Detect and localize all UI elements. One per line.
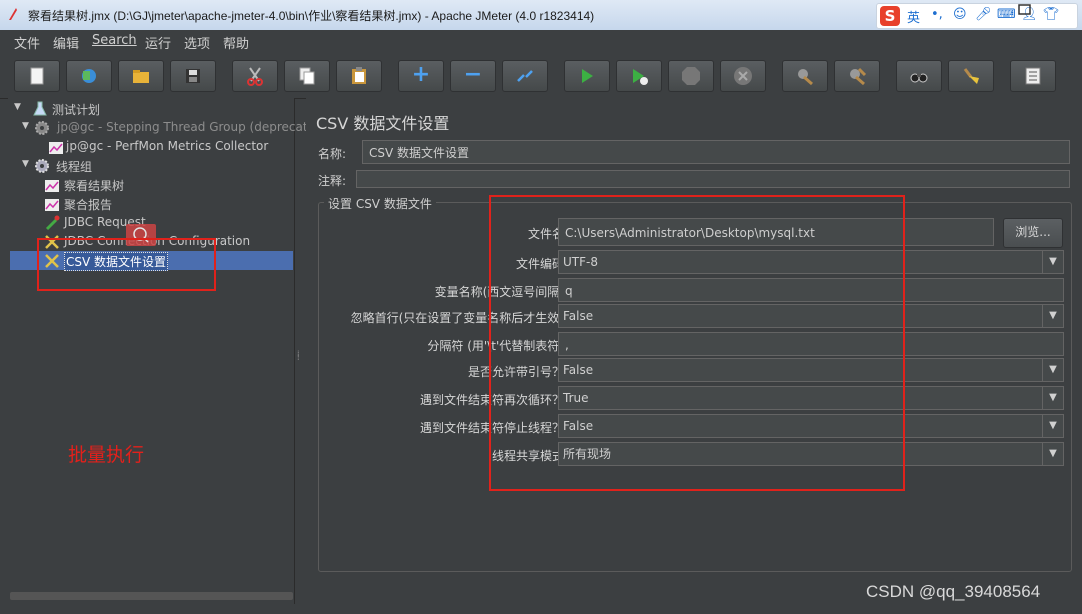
chart-icon xyxy=(45,180,59,192)
toolbar: + − xyxy=(0,52,1082,99)
chevron-down-icon[interactable]: ▼ xyxy=(1042,359,1063,381)
menu-bar: 文件 编辑 Search 运行 选项 帮助 xyxy=(0,30,1082,52)
start-no-pauses-button[interactable] xyxy=(616,60,662,92)
toggle-icon xyxy=(517,70,533,82)
panel-title: CSV 数据文件设置 xyxy=(316,114,450,133)
stop-icon xyxy=(682,67,700,85)
new-icon xyxy=(30,67,44,85)
collapse-all-button[interactable]: − xyxy=(450,60,496,92)
function-helper-icon xyxy=(1025,67,1041,85)
tree-horizontal-scrollbar[interactable] xyxy=(10,592,293,600)
window-title: 察看结果树.jmx (D:\GJ\jmeter\apache-jmeter-4.… xyxy=(28,9,595,23)
paste-icon xyxy=(352,67,366,84)
copy-icon xyxy=(299,67,315,85)
chart-icon xyxy=(49,142,63,154)
shutdown-button[interactable] xyxy=(720,60,766,92)
cut-icon xyxy=(247,67,263,86)
reset-search-icon xyxy=(963,68,979,84)
browse-button[interactable]: 浏览... xyxy=(1003,218,1063,248)
menu-run[interactable]: 运行 xyxy=(145,33,171,52)
start-no-pause-icon xyxy=(633,69,648,85)
cut-button[interactable] xyxy=(232,60,278,92)
annotation-highlight-box-tree xyxy=(37,238,216,291)
menu-options[interactable]: 选项 xyxy=(184,33,210,52)
comment-label: 注释: xyxy=(318,174,347,188)
search-icon xyxy=(910,73,928,83)
chevron-down-icon[interactable]: ▼ xyxy=(1042,415,1063,437)
restore-window-button[interactable] xyxy=(1012,0,1040,20)
punctuation-icon[interactable]: •, xyxy=(931,7,943,22)
watermark: CSDN @qq_39408564 xyxy=(866,582,1041,601)
stop-button[interactable] xyxy=(668,60,714,92)
start-button[interactable] xyxy=(564,60,610,92)
menu-search[interactable]: Search xyxy=(92,33,137,48)
open-button[interactable] xyxy=(118,60,164,92)
start-icon xyxy=(582,69,593,83)
menu-help[interactable]: 帮助 xyxy=(223,33,249,52)
ime-language-toggle[interactable]: 英 xyxy=(907,7,920,26)
group-title: 设置 CSV 数据文件 xyxy=(324,195,436,212)
shutdown-icon xyxy=(734,67,752,85)
pipette-icon xyxy=(45,215,60,231)
paste-button[interactable] xyxy=(336,60,382,92)
window-title-bar: 察看结果树.jmx (D:\GJ\jmeter\apache-jmeter-4.… xyxy=(0,0,1082,31)
function-helper-button[interactable] xyxy=(1010,60,1056,92)
annotation-text: 批量执行 xyxy=(68,444,145,466)
search-button[interactable] xyxy=(896,60,942,92)
expand-all-button[interactable]: + xyxy=(398,60,444,92)
gear-icon xyxy=(35,159,49,173)
name-input[interactable]: CSV 数据文件设置 xyxy=(362,140,1070,164)
save-button[interactable] xyxy=(170,60,216,92)
chevron-down-icon[interactable]: ▼ xyxy=(1042,305,1063,327)
clear-all-button[interactable] xyxy=(834,60,880,92)
ime-toolbar[interactable]: S 英 •, ☺ 🎤︎ ⌨ 👤︎ 👕︎ xyxy=(876,3,1078,29)
expand-icon: + xyxy=(411,62,431,87)
shirt-icon[interactable]: 👕︎ xyxy=(1043,7,1060,22)
name-label: 名称: xyxy=(318,147,347,161)
flask-icon xyxy=(33,101,47,116)
collapse-icon: − xyxy=(463,62,483,87)
templates-button[interactable] xyxy=(66,60,112,92)
emoji-icon[interactable]: ☺ xyxy=(953,7,967,22)
tree-collapse-toggle[interactable]: ▼ xyxy=(22,159,29,169)
menu-edit[interactable]: 编辑 xyxy=(53,33,79,52)
templates-icon xyxy=(82,69,96,83)
new-button[interactable] xyxy=(14,60,60,92)
toggle-button[interactable] xyxy=(502,60,548,92)
microphone-icon[interactable]: 🎤︎ xyxy=(975,7,992,22)
comment-input[interactable] xyxy=(356,170,1070,188)
annotation-highlight-box-form xyxy=(489,195,905,491)
chevron-down-icon[interactable]: ▼ xyxy=(1042,443,1063,465)
chevron-down-icon[interactable]: ▼ xyxy=(1042,251,1063,273)
chart-icon xyxy=(45,199,59,211)
tree-collapse-toggle[interactable]: ▼ xyxy=(14,102,21,112)
clear-button[interactable] xyxy=(782,60,828,92)
chevron-down-icon[interactable]: ▼ xyxy=(1042,387,1063,409)
save-icon xyxy=(186,69,200,83)
reset-search-button[interactable] xyxy=(948,60,994,92)
jmeter-feather-icon xyxy=(9,8,17,20)
sogou-logo-icon[interactable]: S xyxy=(880,6,900,26)
splitter-handle[interactable]: ⁞ ⁞ xyxy=(297,350,301,366)
clear-all-icon xyxy=(850,67,867,86)
open-icon xyxy=(133,70,149,83)
clear-icon xyxy=(798,69,813,86)
copy-button[interactable] xyxy=(284,60,330,92)
gear-icon xyxy=(35,121,49,135)
tree-collapse-toggle[interactable]: ▼ xyxy=(22,121,29,131)
test-plan-tree[interactable]: ▼ 测试计划 ▼ jp@gc - Stepping Thread Group (… xyxy=(8,98,315,604)
menu-file[interactable]: 文件 xyxy=(14,33,40,52)
